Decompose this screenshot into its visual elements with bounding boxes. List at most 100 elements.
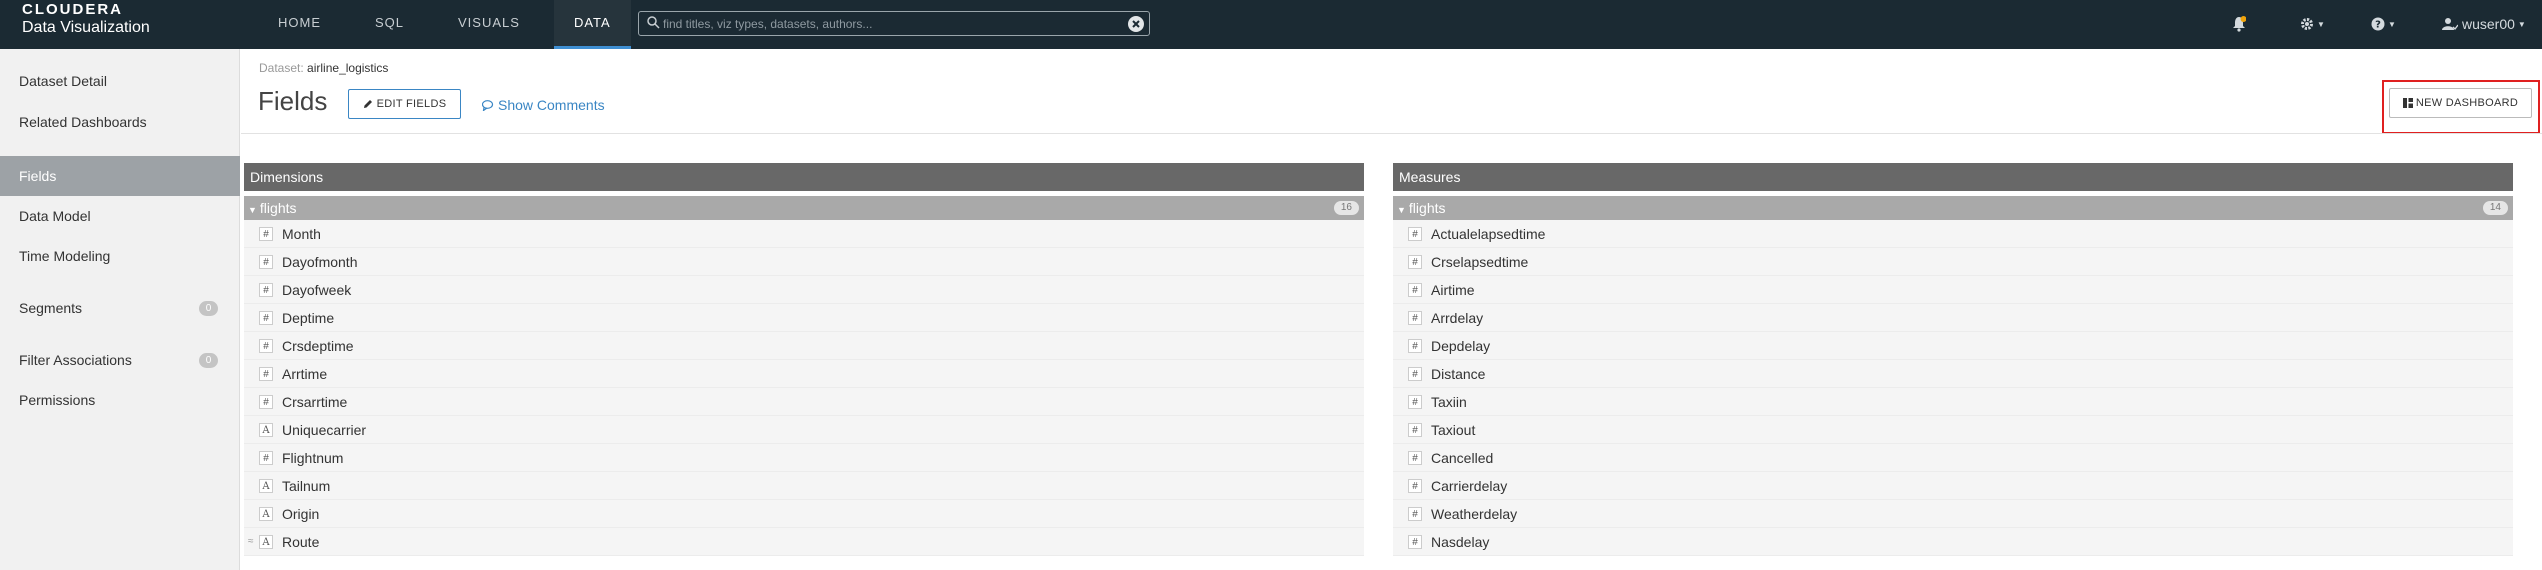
user-menu[interactable]: wuser00 ▼ (2442, 14, 2526, 34)
numeric-type-icon: # (259, 255, 273, 269)
sidebar-item-label: Time Modeling (19, 248, 111, 264)
field-name: Crsarrtime (282, 394, 348, 410)
field-row[interactable]: # Actualelapsedtime (1393, 220, 2513, 248)
nav-home[interactable]: HOME (258, 0, 341, 49)
caret-down-icon: ▼ (248, 205, 257, 215)
measures-header: Measures (1393, 163, 2513, 191)
field-name: Nasdelay (1431, 534, 1490, 550)
field-row[interactable]: # Crselapsedtime (1393, 248, 2513, 276)
clear-search-icon[interactable] (1128, 16, 1144, 32)
field-row[interactable]: # Deptime (244, 304, 1364, 332)
field-name: Deptime (282, 310, 335, 326)
field-name: Month (282, 226, 321, 242)
numeric-type-icon: # (1408, 507, 1422, 521)
field-row[interactable]: # Airtime (1393, 276, 2513, 304)
numeric-type-icon: # (1408, 311, 1422, 325)
notifications-button[interactable] (2232, 14, 2246, 34)
field-row[interactable]: # Weatherdelay (1393, 500, 2513, 528)
text-type-icon: A (259, 535, 273, 549)
numeric-type-icon: # (1408, 283, 1422, 297)
numeric-type-icon: # (1408, 479, 1422, 493)
field-row[interactable]: # Dayofmonth (244, 248, 1364, 276)
header-divider (241, 133, 2542, 134)
field-row[interactable]: # Taxiin (1393, 388, 2513, 416)
sidebar-item-dataset-detail[interactable]: Dataset Detail (0, 61, 240, 101)
field-row[interactable]: # Flightnum (244, 444, 1364, 472)
search-input[interactable] (663, 15, 1123, 33)
measure-field-list: # Actualelapsedtime # Crselapsedtime # Airt… (1393, 220, 2513, 556)
sidebar-item-fields[interactable]: Fields (0, 156, 240, 196)
field-row[interactable]: # Crsdeptime (244, 332, 1364, 360)
field-row[interactable]: # Arrtime (244, 360, 1364, 388)
comments-icon (482, 99, 494, 111)
user-icon (2442, 18, 2458, 30)
sidebar-item-segments[interactable]: Segments 0 (0, 288, 240, 328)
field-row[interactable]: # Distance (1393, 360, 2513, 388)
field-row[interactable]: # Taxiout (1393, 416, 2513, 444)
numeric-type-icon: # (259, 283, 273, 297)
chevron-down-icon: ▼ (2388, 19, 2396, 29)
field-row[interactable]: # Arrdelay (1393, 304, 2513, 332)
edit-fields-button[interactable]: EDIT FIELDS (348, 89, 461, 119)
field-row[interactable]: # Carrierdelay (1393, 472, 2513, 500)
dataset-name: airline_logistics (307, 61, 389, 75)
numeric-type-icon: # (259, 311, 273, 325)
sidebar-item-permissions[interactable]: Permissions (0, 380, 240, 420)
sidebar-item-label: Segments (19, 300, 83, 316)
field-row[interactable]: # Dayofweek (244, 276, 1364, 304)
sidebar-item-label: Fields (19, 168, 57, 184)
sidebar-item-label: Data Model (19, 208, 91, 224)
calculated-field-icon: ≈ (248, 536, 254, 547)
dimensions-group-flights[interactable]: ▼ flights 16 (244, 196, 1364, 220)
show-comments-link[interactable]: Show Comments (482, 97, 605, 113)
field-row[interactable]: # Crsarrtime (244, 388, 1364, 416)
pencil-icon (363, 100, 372, 108)
nav-data[interactable]: DATA (553, 0, 631, 49)
field-row[interactable]: A Tailnum (244, 472, 1364, 500)
dashboard-icon (2402, 98, 2413, 108)
field-name: Carrierdelay (1431, 478, 1508, 494)
field-row[interactable]: A Uniquecarrier (244, 416, 1364, 444)
caret-down-icon: ▼ (1397, 205, 1406, 215)
dataset-sidebar: Dataset Detail Related Dashboards Fields… (0, 49, 240, 570)
username: wuser00 (2462, 16, 2515, 32)
text-type-icon: A (259, 423, 273, 437)
field-name: Crsdeptime (282, 338, 354, 354)
nav-sql[interactable]: SQL (355, 0, 424, 49)
field-name: Flightnum (282, 450, 344, 466)
sidebar-item-data-model[interactable]: Data Model (0, 196, 240, 236)
sidebar-item-label: Related Dashboards (19, 114, 147, 130)
help-menu[interactable]: ? ▼ (2371, 14, 2396, 34)
sidebar-item-filter-associations[interactable]: Filter Associations 0 (0, 340, 240, 380)
settings-menu[interactable]: ▼ (2300, 14, 2325, 34)
numeric-type-icon: # (1408, 339, 1422, 353)
numeric-type-icon: # (1408, 367, 1422, 381)
field-name: Crselapsedtime (1431, 254, 1529, 270)
app-logo[interactable]: CLOUDERA Data Visualization (22, 2, 150, 38)
new-dashboard-button[interactable]: NEW DASHBOARD (2389, 88, 2532, 118)
field-name: Dayofmonth (282, 254, 358, 270)
measures-panel: Measures ▼ flights 14 # Actualelapsedtime … (1393, 163, 2513, 570)
group-name: flights (259, 200, 297, 216)
field-name: Actualelapsedtime (1431, 226, 1546, 242)
sidebar-item-time-modeling[interactable]: Time Modeling (0, 236, 240, 276)
sidebar-item-label: Permissions (19, 392, 96, 408)
field-row[interactable]: A Origin (244, 500, 1364, 528)
top-navbar: CLOUDERA Data Visualization HOME SQL VIS… (0, 0, 2542, 49)
field-row[interactable]: ≈ A Route (244, 528, 1364, 556)
field-row[interactable]: # Month (244, 220, 1364, 248)
text-type-icon: A (259, 507, 273, 521)
numeric-type-icon: # (259, 339, 273, 353)
field-row[interactable]: # Nasdelay (1393, 528, 2513, 556)
numeric-type-icon: # (259, 451, 273, 465)
field-row[interactable]: # Cancelled (1393, 444, 2513, 472)
measures-group-flights[interactable]: ▼ flights 14 (1393, 196, 2513, 220)
field-row[interactable]: # Depdelay (1393, 332, 2513, 360)
field-name: Taxiout (1431, 422, 1476, 438)
nav-visuals[interactable]: VISUALS (438, 0, 540, 49)
page-title: Fields (258, 86, 328, 116)
sidebar-item-related-dashboards[interactable]: Related Dashboards (0, 102, 240, 142)
sidebar-item-label: Dataset Detail (19, 73, 107, 89)
field-name: Route (282, 534, 320, 550)
field-name: Distance (1431, 366, 1486, 382)
